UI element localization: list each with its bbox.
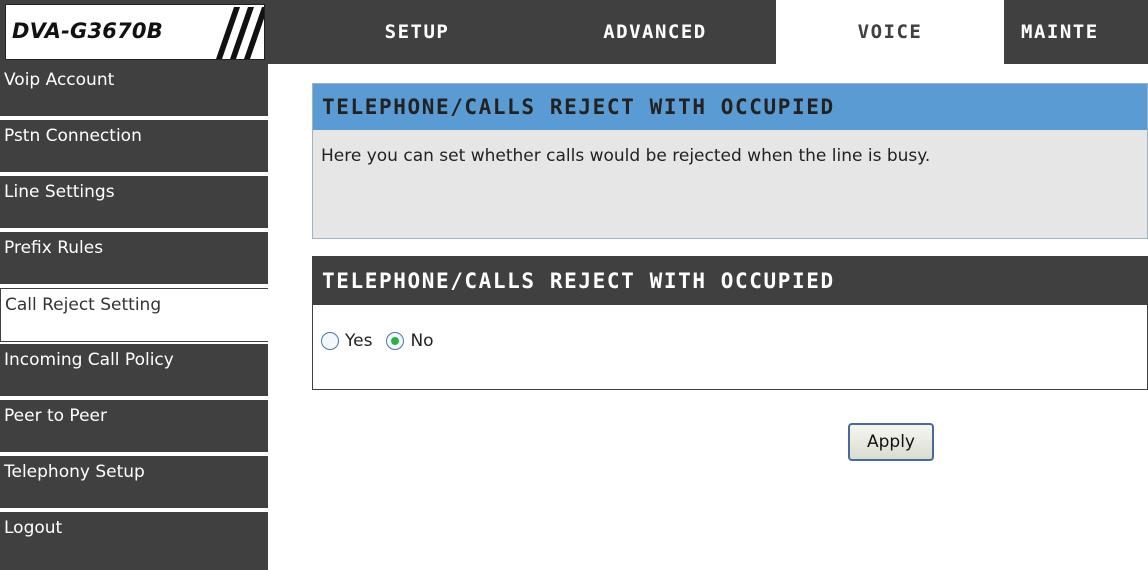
model-name: DVA-G3670B	[12, 19, 163, 43]
reject-option-group: Yes No	[321, 331, 448, 351]
sidebar-item-call-reject-setting[interactable]: Call Reject Setting	[0, 288, 268, 342]
sidebar-item-voip-account[interactable]: Voip Account	[0, 64, 268, 118]
tab-advanced[interactable]: ADVANCED	[537, 4, 773, 60]
info-panel-title: TELEPHONE/CALLS REJECT WITH OCCUPIED	[313, 84, 1147, 130]
sidebar: Voip Account Pstn Connection Line Settin…	[0, 64, 268, 570]
tab-setup[interactable]: SETUP	[300, 4, 534, 60]
radio-selected-dot-icon	[391, 337, 400, 345]
sidebar-item-telephony-setup[interactable]: Telephony Setup	[0, 456, 268, 510]
tab-maintenance[interactable]: MAINTE	[1007, 4, 1148, 60]
radio-no[interactable]	[386, 332, 405, 350]
radio-yes[interactable]	[321, 332, 339, 350]
sidebar-item-line-settings[interactable]: Line Settings	[0, 176, 268, 230]
main-content: TELEPHONE/CALLS REJECT WITH OCCUPIED Her…	[268, 64, 1148, 570]
info-panel-description: Here you can set whether calls would be …	[321, 146, 931, 166]
radio-no-label[interactable]: No	[410, 331, 433, 351]
slashes-decoration-icon	[216, 7, 264, 59]
sidebar-item-prefix-rules[interactable]: Prefix Rules	[0, 232, 268, 286]
sidebar-item-logout[interactable]: Logout	[0, 512, 268, 570]
sidebar-item-pstn-connection[interactable]: Pstn Connection	[0, 120, 268, 174]
sidebar-item-peer-to-peer[interactable]: Peer to Peer	[0, 400, 268, 454]
settings-panel: TELEPHONE/CALLS REJECT WITH OCCUPIED Yes…	[312, 256, 1148, 390]
model-logo: DVA-G3670B	[5, 4, 265, 60]
apply-button[interactable]: Apply	[848, 423, 934, 461]
info-panel: TELEPHONE/CALLS REJECT WITH OCCUPIED Her…	[312, 83, 1148, 239]
top-navigation-bar: DVA-G3670B SETUP ADVANCED VOICE MAINTE	[0, 0, 1148, 64]
settings-panel-title: TELEPHONE/CALLS REJECT WITH OCCUPIED	[313, 257, 1147, 305]
sidebar-item-incoming-call-policy[interactable]: Incoming Call Policy	[0, 344, 268, 398]
tab-voice[interactable]: VOICE	[776, 0, 1004, 64]
radio-yes-label[interactable]: Yes	[345, 331, 372, 351]
